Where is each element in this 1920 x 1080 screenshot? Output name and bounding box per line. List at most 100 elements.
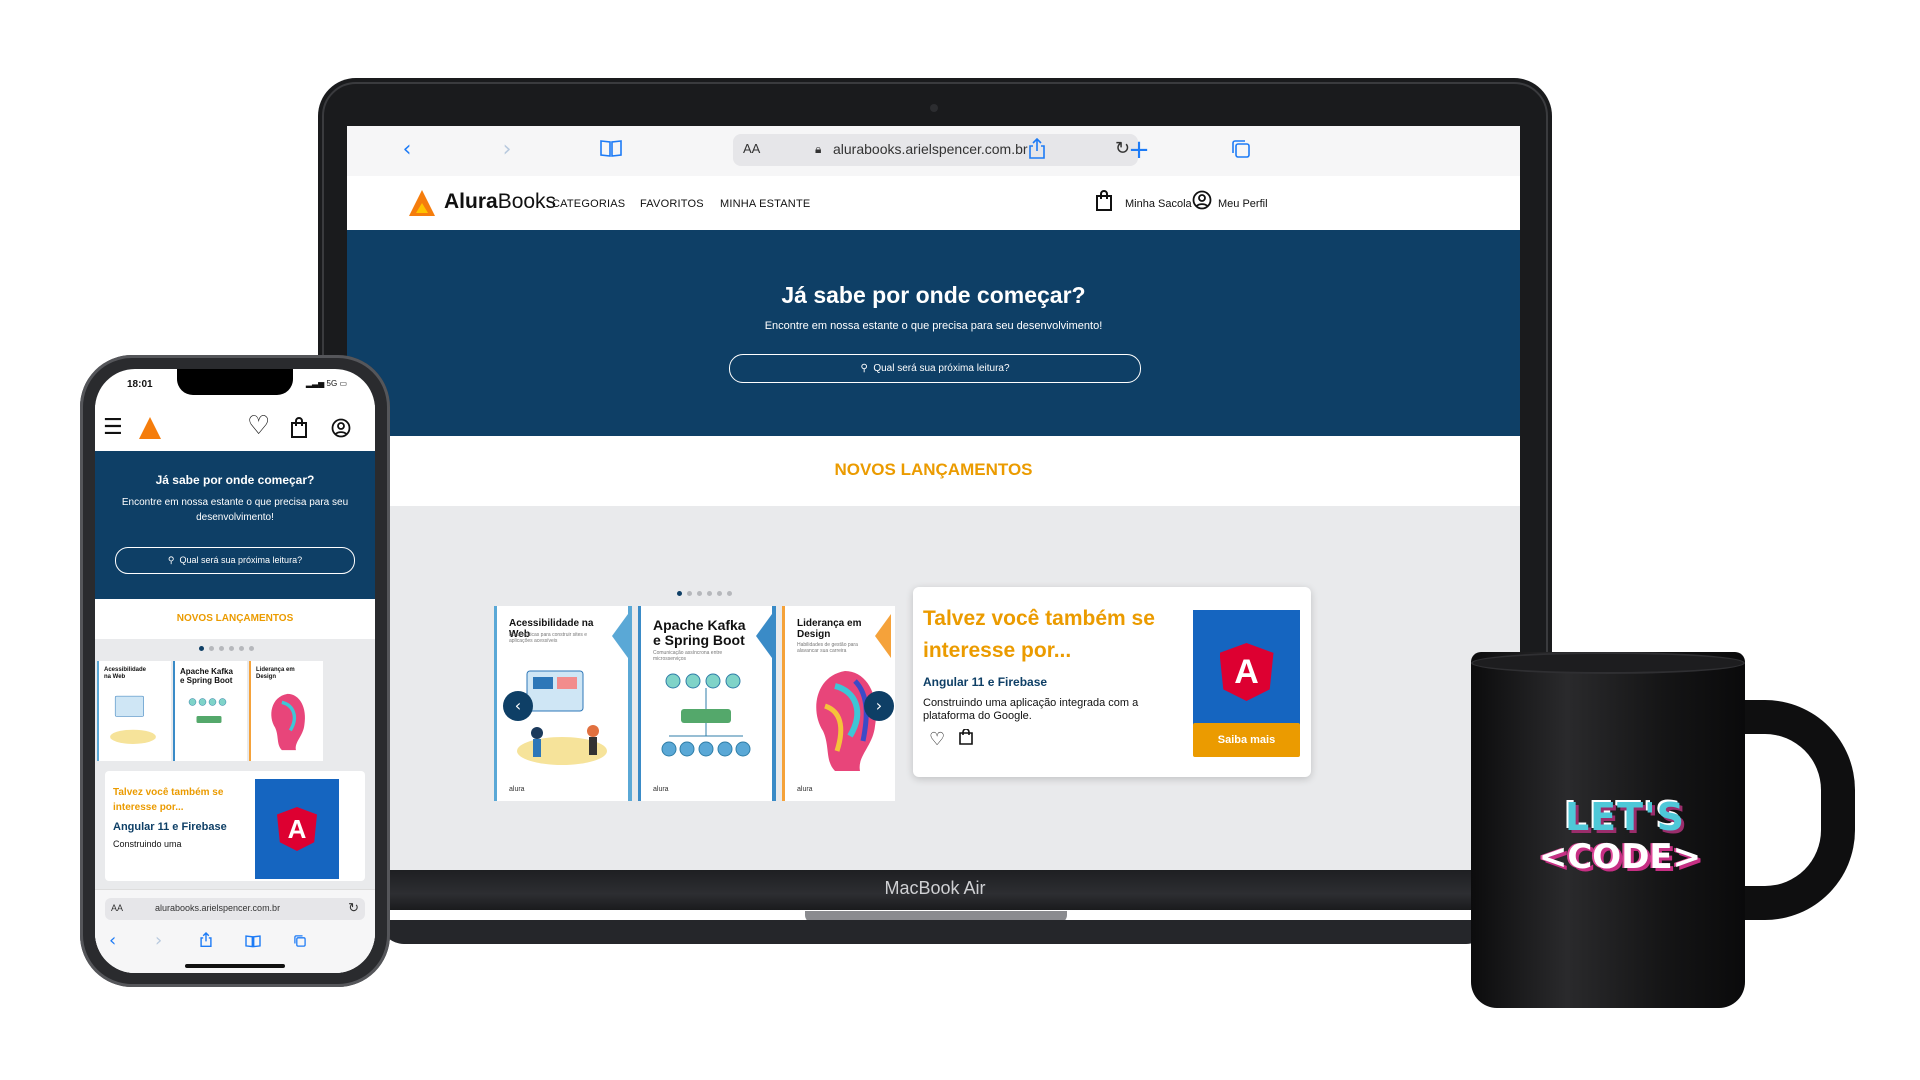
chevron-right-icon[interactable]: ›: [155, 930, 162, 951]
user-profile-icon[interactable]: [331, 418, 351, 442]
book-illustration: [271, 693, 305, 751]
phone-screen: 18:01 ▂▃▅ 5G ▭ ☰ ♡ Já sabe por onde come…: [95, 369, 375, 973]
carousel-dot[interactable]: [707, 591, 712, 596]
chevron-left-icon[interactable]: ‹: [395, 138, 419, 162]
search-placeholder: Qual será sua próxima leitura?: [873, 363, 1010, 374]
book-publisher: alura: [509, 786, 525, 793]
laptop-screen: ‹ › AA 🔒︎ alurabooks.arielspencer.com.br…: [347, 126, 1520, 871]
mobile-hero: Já sabe por onde começar? Encontre em no…: [95, 451, 375, 599]
mobile-header: ☰ ♡: [95, 405, 375, 451]
book-subtitle: Habilidades de gestão para alavancar sua…: [797, 642, 858, 654]
search-input[interactable]: ⚲ Qual será sua próxima leitura?: [729, 354, 1141, 383]
shopping-bag-icon[interactable]: [290, 417, 308, 443]
mug-logo-line1: LET'S: [1564, 795, 1686, 839]
reader-aa-button[interactable]: AA: [111, 903, 123, 913]
book-subtitle: Boas práticas para construir sites e apl…: [509, 632, 588, 644]
mobile-releases-title: NOVOS LANÇAMENTOS: [176, 613, 294, 624]
carousel-dot[interactable]: [199, 646, 204, 651]
reload-icon[interactable]: ↻: [348, 900, 359, 916]
saiba-mais-button[interactable]: Saiba mais: [1193, 723, 1300, 757]
heart-icon[interactable]: ♡: [929, 729, 945, 750]
carousel-dot[interactable]: [219, 646, 224, 651]
nav-favoritos[interactable]: FAVORITOS: [640, 198, 704, 210]
suggestion-book-title: Angular 11 e Firebase: [923, 675, 1048, 689]
laptop-bottom: [380, 920, 1490, 944]
carousel-dot[interactable]: [687, 591, 692, 596]
url-text: alurabooks.arielspencer.com.br: [833, 141, 1028, 157]
mobile-book-cover[interactable]: Liderança em Design: [249, 661, 323, 761]
carousel-dot[interactable]: [209, 646, 214, 651]
mobile-address-bar[interactable]: AA alurabooks.arielspencer.com.br ↻: [105, 898, 365, 920]
hamburger-menu-icon[interactable]: ☰: [103, 415, 123, 440]
hero-subtitle: Encontre em nossa estante o que precisa …: [764, 320, 1103, 332]
carousel-dot[interactable]: [717, 591, 722, 596]
book-edge: [628, 606, 632, 801]
carousel-next-button[interactable]: ›: [864, 691, 894, 721]
chevron-left-icon[interactable]: ‹: [109, 930, 116, 951]
safari-toolbar: ‹ › AA 🔒︎ alurabooks.arielspencer.com.br…: [347, 126, 1520, 177]
carousel-dot[interactable]: [697, 591, 702, 596]
minha-sacola-link[interactable]: Minha Sacola: [1125, 198, 1192, 210]
laptop-base: MacBook Air: [318, 870, 1552, 910]
smartphone: 18:01 ▂▃▅ 5G ▭ ☰ ♡ Já sabe por onde come…: [80, 355, 390, 987]
heart-icon[interactable]: ♡: [247, 411, 270, 441]
carousel-dot[interactable]: [727, 591, 732, 596]
nav-minha-estante[interactable]: MINHA ESTANTE: [720, 198, 810, 210]
alurabooks-logo[interactable]: AluraBooks: [444, 190, 556, 214]
plus-icon[interactable]: +: [1127, 137, 1151, 163]
laptop-camera: [930, 104, 938, 112]
book-icon[interactable]: [245, 933, 261, 952]
book-cover[interactable]: Apache Kafka e Spring Boot Comunicação a…: [638, 606, 776, 801]
carousel-dot[interactable]: [249, 646, 254, 651]
suggestion-description: Construindo uma aplicação integrada com …: [923, 697, 1139, 722]
mobile-safari-bar: AA alurabooks.arielspencer.com.br ↻ ‹ ›: [95, 889, 375, 973]
search-icon: ⚲: [167, 555, 175, 565]
mobile-search-input[interactable]: ⚲ Qual será sua próxima leitura?: [115, 547, 355, 574]
tabs-icon[interactable]: [293, 933, 307, 952]
nav-categorias[interactable]: CATEGORIAS: [552, 198, 625, 210]
mobile-carousel-dots: [199, 646, 254, 651]
carousel-dot[interactable]: [677, 591, 682, 596]
mug-logo-line2: <CODE>: [1538, 837, 1702, 877]
mobile-search-placeholder: Qual será sua próxima leitura?: [179, 555, 303, 565]
shopping-bag-icon[interactable]: [1095, 190, 1113, 218]
angular-book-cover[interactable]: A: [1193, 610, 1300, 734]
angular-book-cover[interactable]: A: [255, 779, 339, 879]
hero-banner: Já sabe por onde começar? Encontre em no…: [347, 230, 1520, 436]
share-icon[interactable]: [1025, 137, 1049, 162]
carousel-prev-button[interactable]: ‹: [503, 691, 533, 721]
book-illustration: [661, 673, 751, 757]
book-illustration: [816, 671, 877, 771]
alurabooks-logo-icon[interactable]: [139, 417, 161, 439]
suggestion-card: Talvez você também se interesse por... A…: [913, 587, 1311, 777]
book-title: Apache Kafka e Spring Boot: [180, 667, 233, 685]
mobile-book-cover[interactable]: Apache Kafka e Spring Boot: [173, 661, 247, 761]
mobile-book-cover[interactable]: Acessibilidade na Web: [97, 661, 171, 761]
book-title: Apache Kafka e Spring Boot: [653, 617, 746, 648]
chevron-right-icon[interactable]: ›: [495, 138, 519, 162]
mobile-suggestion-title: Talvez você também se interesse por...: [113, 787, 224, 813]
mobile-releases-header: NOVOS LANÇAMENTOS: [95, 599, 375, 639]
book-subtitle: Comunicação assíncrona entre microsservi…: [653, 650, 723, 662]
tabs-icon[interactable]: [1229, 138, 1253, 162]
address-bar[interactable]: AA 🔒︎ alurabooks.arielspencer.com.br ↻: [733, 134, 1138, 166]
alurabooks-logo-icon[interactable]: [409, 190, 435, 216]
home-indicator[interactable]: [185, 964, 285, 968]
mug-rim: [1471, 652, 1745, 674]
mobile-suggestion-description: Construindo uma: [113, 839, 182, 849]
reader-aa-button[interactable]: AA: [743, 141, 760, 156]
book-icon[interactable]: [599, 138, 623, 162]
user-profile-icon[interactable]: [1192, 190, 1212, 216]
carousel-dot[interactable]: [229, 646, 234, 651]
status-time: 18:01: [127, 379, 153, 390]
meu-perfil-link[interactable]: Meu Perfil: [1218, 198, 1268, 210]
hero-title: Já sabe por onde começar?: [781, 282, 1086, 308]
book-chevron: [756, 614, 772, 658]
lock-icon: 🔒︎: [815, 142, 822, 156]
book-title: Liderança em Design: [256, 667, 295, 680]
share-icon[interactable]: [199, 932, 213, 952]
carousel-dot[interactable]: [239, 646, 244, 651]
mobile-url-text: alurabooks.arielspencer.com.br: [155, 903, 281, 913]
shopping-bag-icon[interactable]: [959, 728, 973, 750]
book-chevron: [875, 614, 891, 658]
